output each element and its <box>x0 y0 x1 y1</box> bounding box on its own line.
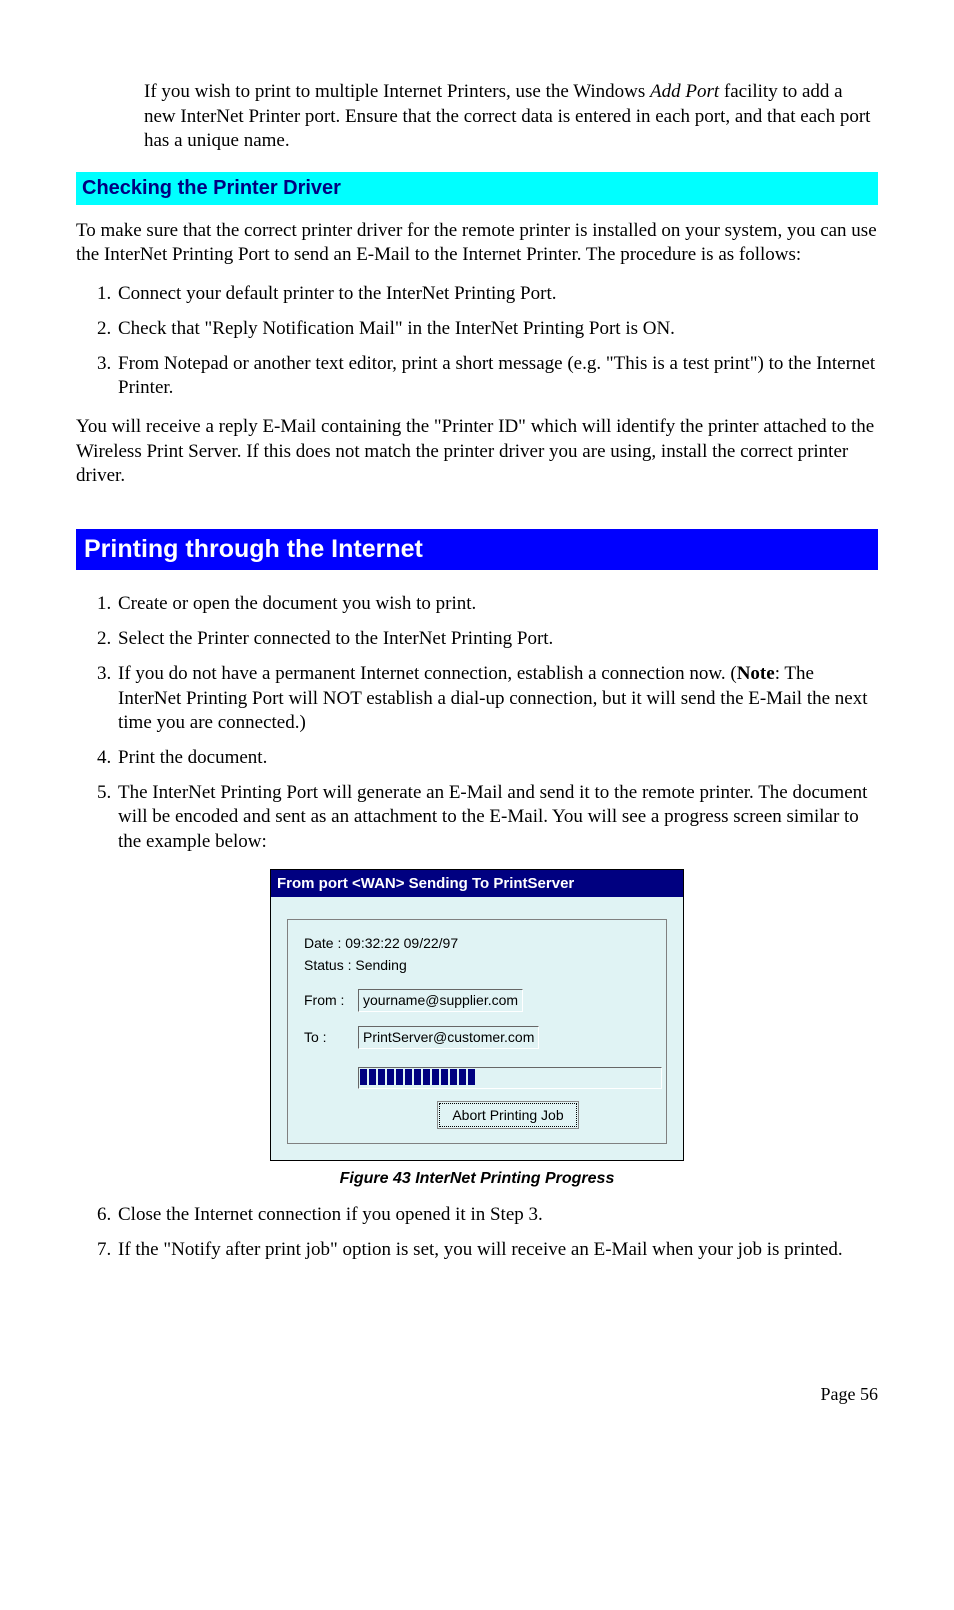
list-item: Connect your default printer to the Inte… <box>116 282 878 307</box>
dialog-titlebar: From port <WAN> Sending To PrintServer <box>271 870 683 898</box>
list-item: The InterNet Printing Port will generate… <box>116 781 878 855</box>
dialog-date: Date : 09:32:22 09/22/97 <box>304 934 650 952</box>
list-item: Create or open the document you wish to … <box>116 592 878 617</box>
list-item-text: If the "Notify after print job" option i… <box>118 1239 843 1260</box>
list-item-pre: If you do not have a permanent Internet … <box>118 663 737 684</box>
list-item-text: Select the Printer connected to the Inte… <box>118 628 553 649</box>
figure-dialog: From port <WAN> Sending To PrintServer D… <box>270 869 684 1161</box>
progress-segment <box>378 1069 385 1085</box>
para-reply-email: You will receive a reply E-Mail containi… <box>76 415 878 489</box>
progress-segment <box>387 1069 394 1085</box>
from-input[interactable]: yourname@supplier.com <box>358 989 523 1012</box>
progress-bar-row <box>358 1067 650 1089</box>
abort-row: Abort Printing Job <box>358 1103 658 1127</box>
from-label: From : <box>304 991 358 1009</box>
abort-printing-button[interactable]: Abort Printing Job <box>439 1103 576 1127</box>
progress-bar <box>358 1067 662 1089</box>
list-item: If you do not have a permanent Internet … <box>116 662 878 736</box>
intro-paragraph: If you wish to print to multiple Interne… <box>144 80 878 154</box>
intro-ital: Add Port <box>650 81 719 102</box>
subheading-text: Checking the Printer Driver <box>82 177 341 199</box>
to-input[interactable]: PrintServer@customer.com <box>358 1026 539 1049</box>
dialog-from-row: From : yourname@supplier.com <box>304 989 650 1012</box>
list-item: Select the Printer connected to the Inte… <box>116 627 878 652</box>
progress-segment <box>360 1069 367 1085</box>
printing-steps-continued: Close the Internet connection if you ope… <box>76 1203 878 1262</box>
intro-pre: If you wish to print to multiple Interne… <box>144 81 650 102</box>
dialog-to-row: To : PrintServer@customer.com <box>304 1026 650 1049</box>
list-item-text: Connect your default printer to the Inte… <box>118 283 556 304</box>
list-item-text: The InterNet Printing Port will generate… <box>118 782 867 852</box>
check-driver-steps: Connect your default printer to the Inte… <box>76 282 878 401</box>
list-item: Check that "Reply Notification Mail" in … <box>116 317 878 342</box>
list-item-text: Check that "Reply Notification Mail" in … <box>118 318 675 339</box>
list-item: Close the Internet connection if you ope… <box>116 1203 878 1228</box>
list-item-text: From Notepad or another text editor, pri… <box>118 353 875 399</box>
page-number: Page 56 <box>76 1383 878 1406</box>
to-label: To : <box>304 1028 358 1046</box>
subheading-checking-printer-driver: Checking the Printer Driver <box>76 172 878 205</box>
progress-segment <box>450 1069 457 1085</box>
progress-segment <box>369 1069 376 1085</box>
printing-steps: Create or open the document you wish to … <box>76 592 878 854</box>
dialog-body: Date : 09:32:22 09/22/97 Status : Sendin… <box>287 919 667 1144</box>
progress-segment <box>405 1069 412 1085</box>
heading-text: Printing through the Internet <box>84 535 423 563</box>
figure-caption: Figure 43 InterNet Printing Progress <box>76 1169 878 1190</box>
progress-dialog: From port <WAN> Sending To PrintServer D… <box>270 869 684 1161</box>
list-item-text: Print the document. <box>118 747 267 768</box>
progress-segment <box>432 1069 439 1085</box>
dialog-status: Status : Sending <box>304 956 650 974</box>
list-item: Print the document. <box>116 746 878 771</box>
list-item: From Notepad or another text editor, pri… <box>116 352 878 401</box>
progress-segment <box>414 1069 421 1085</box>
progress-segment <box>396 1069 403 1085</box>
heading-printing-through-internet: Printing through the Internet <box>76 529 878 571</box>
list-item: If the "Notify after print job" option i… <box>116 1238 878 1263</box>
list-item-text: Close the Internet connection if you ope… <box>118 1204 543 1225</box>
para-check-driver: To make sure that the correct printer dr… <box>76 219 878 268</box>
progress-segment <box>459 1069 466 1085</box>
progress-segment <box>441 1069 448 1085</box>
list-item-bold: Note <box>737 663 775 684</box>
progress-segment <box>423 1069 430 1085</box>
progress-segment <box>468 1069 475 1085</box>
list-item-text: Create or open the document you wish to … <box>118 593 476 614</box>
